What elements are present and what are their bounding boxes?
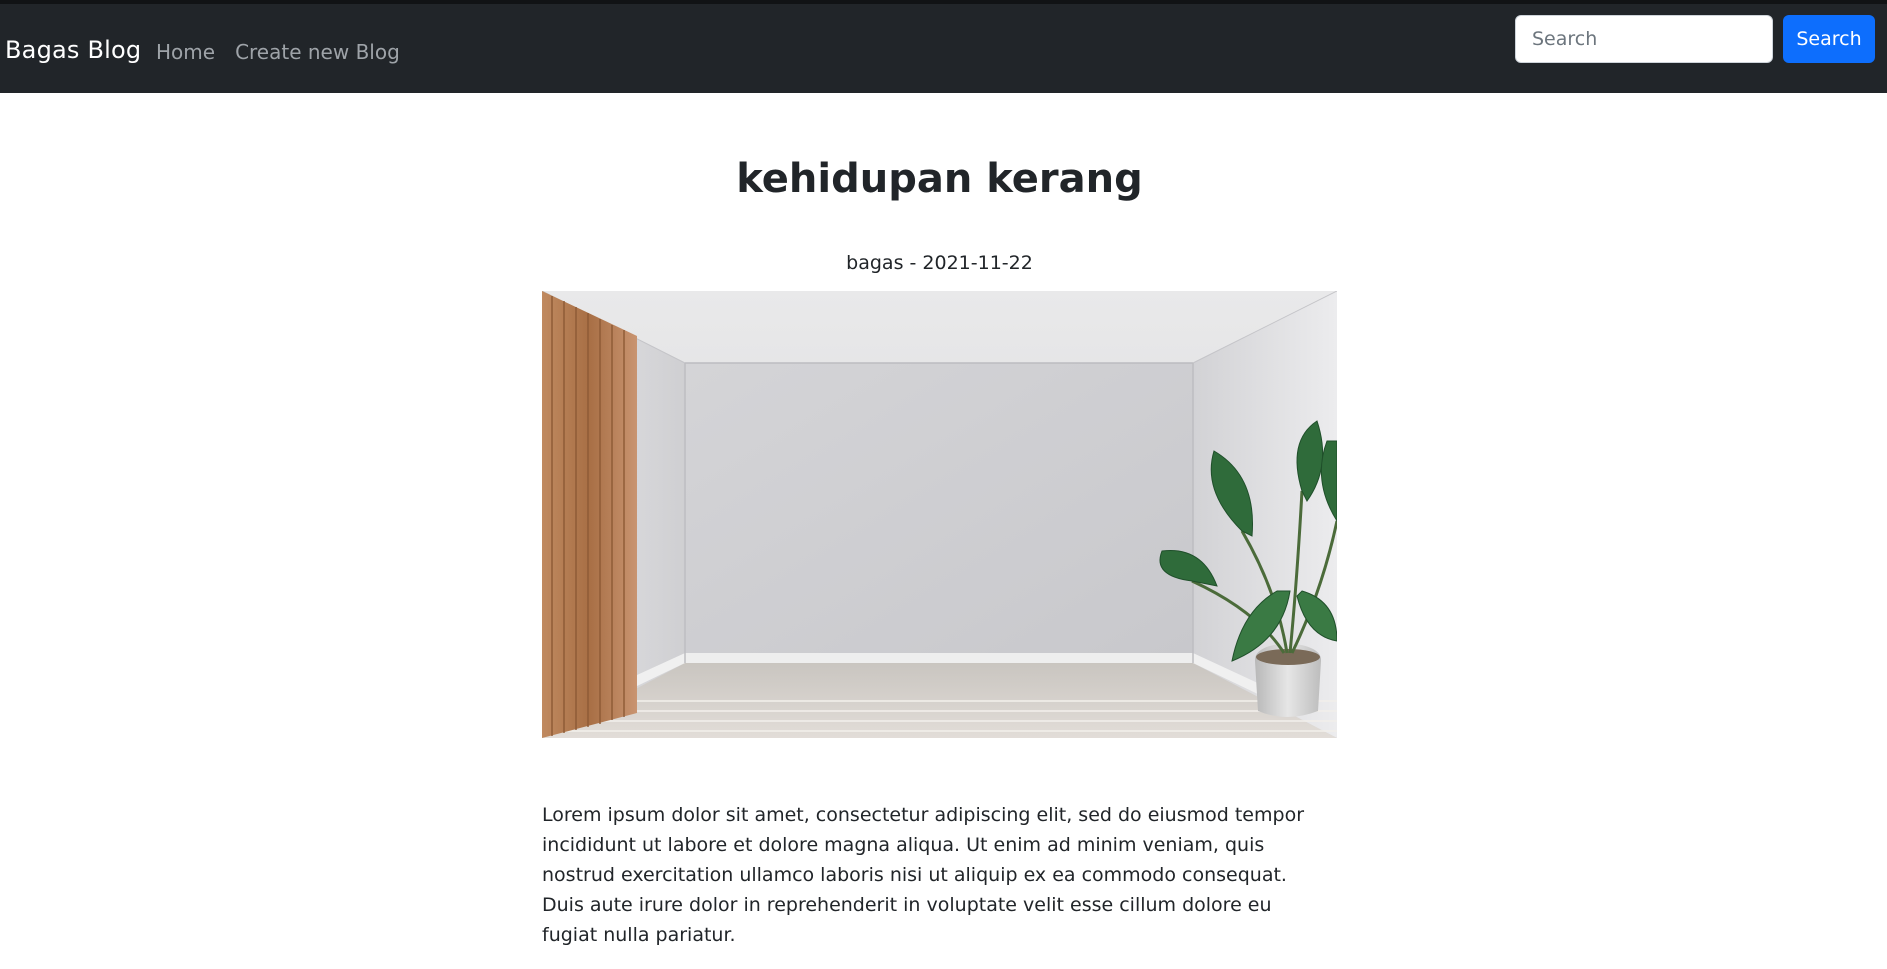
brand-link[interactable]: Bagas Blog (5, 34, 141, 66)
search-input[interactable] (1515, 15, 1773, 63)
nav-links: Home Create new Blog (156, 38, 400, 66)
search-form: Search (1515, 15, 1875, 63)
search-button[interactable]: Search (1783, 15, 1875, 63)
blog-post: kehidupan kerang bagas - 2021-11-22 Lore… (542, 93, 1337, 969)
nav-link-home[interactable]: Home (156, 38, 215, 66)
post-meta: bagas - 2021-11-22 (846, 252, 1033, 274)
post-title: kehidupan kerang (736, 156, 1143, 202)
nav-link-create-blog[interactable]: Create new Blog (235, 38, 400, 66)
post-body: Lorem ipsum dolor sit amet, consectetur … (542, 804, 1305, 946)
post-image (542, 291, 1337, 738)
navbar: Bagas Blog Home Create new Blog Search (0, 4, 1887, 93)
